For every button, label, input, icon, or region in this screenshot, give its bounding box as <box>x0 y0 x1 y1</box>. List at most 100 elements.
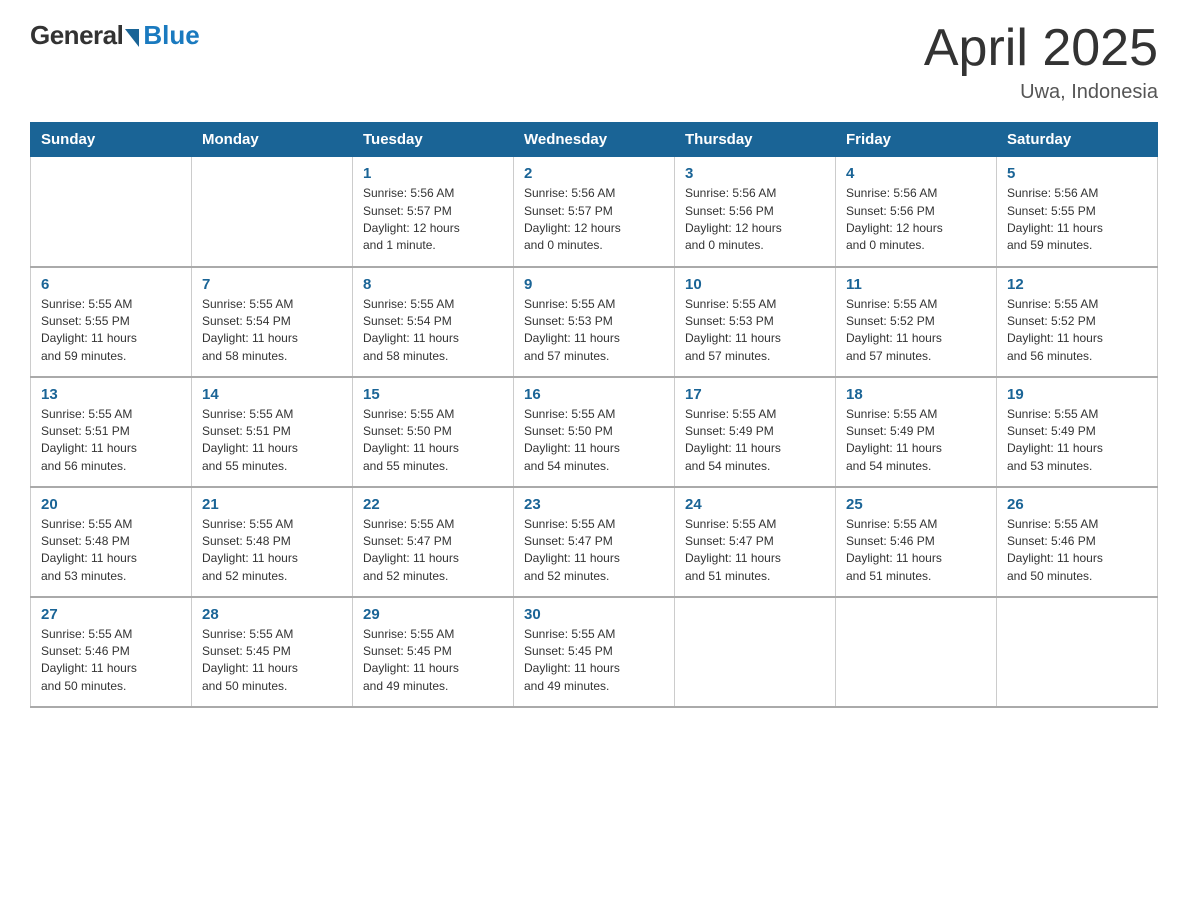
day-info: Sunrise: 5:55 AMSunset: 5:55 PMDaylight:… <box>41 296 181 366</box>
day-info: Sunrise: 5:55 AMSunset: 5:50 PMDaylight:… <box>363 406 503 476</box>
calendar-cell: 21 Sunrise: 5:55 AMSunset: 5:48 PMDayligh… <box>192 487 353 597</box>
page-header: General Blue April 2025 Uwa, Indonesia <box>30 20 1158 104</box>
day-number: 13 <box>41 386 181 403</box>
day-info: Sunrise: 5:56 AMSunset: 5:55 PMDaylight:… <box>1007 185 1147 255</box>
calendar-cell: 15 Sunrise: 5:55 AMSunset: 5:50 PMDayligh… <box>353 377 514 487</box>
logo: General Blue <box>30 20 200 51</box>
calendar-cell <box>675 597 836 707</box>
day-number: 5 <box>1007 165 1147 182</box>
calendar-week-row: 6Sunrise: 5:55 AMSunset: 5:55 PMDaylight… <box>31 267 1158 377</box>
calendar-cell: 17 Sunrise: 5:55 AMSunset: 5:49 PMDayligh… <box>675 377 836 487</box>
calendar-cell: 29 Sunrise: 5:55 AMSunset: 5:45 PMDayligh… <box>353 597 514 707</box>
calendar-header-row: SundayMondayTuesdayWednesdayThursdayFrid… <box>31 123 1158 157</box>
calendar-cell: 25Sunrise: 5:55 AMSunset: 5:46 PMDayligh… <box>836 487 997 597</box>
logo-general-text: General <box>30 20 123 51</box>
day-info: Sunrise: 5:55 AMSunset: 5:49 PMDaylight:… <box>685 406 825 476</box>
logo-arrow-icon <box>125 29 139 47</box>
calendar-cell: 8 Sunrise: 5:55 AMSunset: 5:54 PMDaylight… <box>353 267 514 377</box>
day-info: Sunrise: 5:55 AMSunset: 5:51 PMDaylight:… <box>41 406 181 476</box>
day-number: 30 <box>524 606 664 623</box>
calendar-cell: 10 Sunrise: 5:55 AMSunset: 5:53 PMDayligh… <box>675 267 836 377</box>
day-info: Sunrise: 5:55 AMSunset: 5:45 PMDaylight:… <box>363 626 503 696</box>
day-info: Sunrise: 5:55 AMSunset: 5:47 PMDaylight:… <box>524 516 664 586</box>
calendar-cell: 7 Sunrise: 5:55 AMSunset: 5:54 PMDaylight… <box>192 267 353 377</box>
column-header-thursday: Thursday <box>675 123 836 157</box>
calendar-cell: 9 Sunrise: 5:55 AMSunset: 5:53 PMDaylight… <box>514 267 675 377</box>
calendar-cell <box>997 597 1158 707</box>
column-header-friday: Friday <box>836 123 997 157</box>
calendar-subtitle: Uwa, Indonesia <box>924 81 1158 104</box>
calendar-cell: 23 Sunrise: 5:55 AMSunset: 5:47 PMDayligh… <box>514 487 675 597</box>
day-info: Sunrise: 5:55 AMSunset: 5:52 PMDaylight:… <box>846 296 986 366</box>
calendar-table: SundayMondayTuesdayWednesdayThursdayFrid… <box>30 122 1158 708</box>
calendar-cell: 28Sunrise: 5:55 AMSunset: 5:45 PMDayligh… <box>192 597 353 707</box>
calendar-week-row: 20 Sunrise: 5:55 AMSunset: 5:48 PMDayligh… <box>31 487 1158 597</box>
day-number: 8 <box>363 276 503 293</box>
column-header-tuesday: Tuesday <box>353 123 514 157</box>
day-info: Sunrise: 5:56 AMSunset: 5:56 PMDaylight:… <box>685 185 825 255</box>
day-info: Sunrise: 5:55 AMSunset: 5:48 PMDaylight:… <box>41 516 181 586</box>
title-block: April 2025 Uwa, Indonesia <box>924 20 1158 104</box>
calendar-cell: 5 Sunrise: 5:56 AMSunset: 5:55 PMDaylight… <box>997 157 1158 267</box>
day-number: 17 <box>685 386 825 403</box>
calendar-week-row: 1 Sunrise: 5:56 AMSunset: 5:57 PMDaylight… <box>31 157 1158 267</box>
day-info: Sunrise: 5:55 AMSunset: 5:47 PMDaylight:… <box>363 516 503 586</box>
day-number: 3 <box>685 165 825 182</box>
calendar-cell: 26Sunrise: 5:55 AMSunset: 5:46 PMDayligh… <box>997 487 1158 597</box>
calendar-cell: 13 Sunrise: 5:55 AMSunset: 5:51 PMDayligh… <box>31 377 192 487</box>
day-number: 1 <box>363 165 503 182</box>
day-info: Sunrise: 5:55 AMSunset: 5:54 PMDaylight:… <box>363 296 503 366</box>
day-number: 7 <box>202 276 342 293</box>
calendar-cell <box>192 157 353 267</box>
column-header-wednesday: Wednesday <box>514 123 675 157</box>
day-info: Sunrise: 5:55 AMSunset: 5:46 PMDaylight:… <box>1007 516 1147 586</box>
day-number: 20 <box>41 496 181 513</box>
day-info: Sunrise: 5:55 AMSunset: 5:53 PMDaylight:… <box>524 296 664 366</box>
day-number: 12 <box>1007 276 1147 293</box>
day-number: 27 <box>41 606 181 623</box>
day-number: 4 <box>846 165 986 182</box>
column-header-saturday: Saturday <box>997 123 1158 157</box>
day-info: Sunrise: 5:55 AMSunset: 5:47 PMDaylight:… <box>685 516 825 586</box>
calendar-cell: 2Sunrise: 5:56 AMSunset: 5:57 PMDaylight… <box>514 157 675 267</box>
day-info: Sunrise: 5:55 AMSunset: 5:50 PMDaylight:… <box>524 406 664 476</box>
calendar-cell: 6Sunrise: 5:55 AMSunset: 5:55 PMDaylight… <box>31 267 192 377</box>
day-info: Sunrise: 5:55 AMSunset: 5:46 PMDaylight:… <box>41 626 181 696</box>
calendar-cell: 11Sunrise: 5:55 AMSunset: 5:52 PMDayligh… <box>836 267 997 377</box>
calendar-cell: 14 Sunrise: 5:55 AMSunset: 5:51 PMDayligh… <box>192 377 353 487</box>
day-info: Sunrise: 5:55 AMSunset: 5:45 PMDaylight:… <box>524 626 664 696</box>
day-info: Sunrise: 5:55 AMSunset: 5:53 PMDaylight:… <box>685 296 825 366</box>
column-header-sunday: Sunday <box>31 123 192 157</box>
calendar-cell: 24Sunrise: 5:55 AMSunset: 5:47 PMDayligh… <box>675 487 836 597</box>
calendar-cell <box>31 157 192 267</box>
day-info: Sunrise: 5:55 AMSunset: 5:46 PMDaylight:… <box>846 516 986 586</box>
day-info: Sunrise: 5:55 AMSunset: 5:51 PMDaylight:… <box>202 406 342 476</box>
day-number: 16 <box>524 386 664 403</box>
calendar-cell: 30 Sunrise: 5:55 AMSunset: 5:45 PMDayligh… <box>514 597 675 707</box>
day-info: Sunrise: 5:55 AMSunset: 5:48 PMDaylight:… <box>202 516 342 586</box>
column-header-monday: Monday <box>192 123 353 157</box>
calendar-cell: 22Sunrise: 5:55 AMSunset: 5:47 PMDayligh… <box>353 487 514 597</box>
calendar-cell: 19Sunrise: 5:55 AMSunset: 5:49 PMDayligh… <box>997 377 1158 487</box>
calendar-cell <box>836 597 997 707</box>
day-number: 23 <box>524 496 664 513</box>
calendar-cell: 1 Sunrise: 5:56 AMSunset: 5:57 PMDaylight… <box>353 157 514 267</box>
day-number: 9 <box>524 276 664 293</box>
day-info: Sunrise: 5:55 AMSunset: 5:54 PMDaylight:… <box>202 296 342 366</box>
day-info: Sunrise: 5:56 AMSunset: 5:57 PMDaylight:… <box>363 185 503 255</box>
day-info: Sunrise: 5:55 AMSunset: 5:49 PMDaylight:… <box>1007 406 1147 476</box>
logo-blue-text: Blue <box>143 20 199 51</box>
day-number: 10 <box>685 276 825 293</box>
day-number: 21 <box>202 496 342 513</box>
day-number: 15 <box>363 386 503 403</box>
calendar-cell: 12 Sunrise: 5:55 AMSunset: 5:52 PMDayligh… <box>997 267 1158 377</box>
day-info: Sunrise: 5:55 AMSunset: 5:49 PMDaylight:… <box>846 406 986 476</box>
day-number: 2 <box>524 165 664 182</box>
day-number: 29 <box>363 606 503 623</box>
day-number: 14 <box>202 386 342 403</box>
calendar-cell: 16 Sunrise: 5:55 AMSunset: 5:50 PMDayligh… <box>514 377 675 487</box>
calendar-cell: 27 Sunrise: 5:55 AMSunset: 5:46 PMDayligh… <box>31 597 192 707</box>
day-number: 18 <box>846 386 986 403</box>
day-info: Sunrise: 5:55 AMSunset: 5:52 PMDaylight:… <box>1007 296 1147 366</box>
calendar-week-row: 13 Sunrise: 5:55 AMSunset: 5:51 PMDayligh… <box>31 377 1158 487</box>
